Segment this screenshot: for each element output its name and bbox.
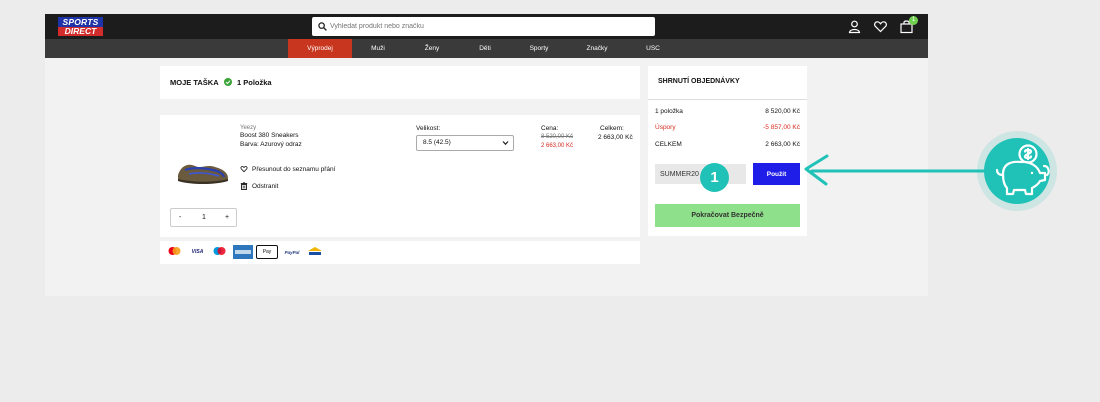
price-label: Cena: bbox=[541, 125, 559, 132]
cart-button[interactable]: 1 bbox=[899, 16, 918, 34]
summary-items-value: 8 520,00 Kč bbox=[765, 108, 800, 115]
header-actions: 1 bbox=[847, 16, 918, 34]
summary-title: SHRNUTÍ OBJEDNÁVKY bbox=[658, 78, 740, 85]
heart-icon bbox=[874, 21, 887, 33]
summary-savings-row: Úspory -5 857,00 Kč bbox=[655, 124, 800, 131]
wishlist-link-label: Přesunout do seznamu přání bbox=[252, 165, 336, 173]
search-icon bbox=[318, 22, 327, 31]
product-image[interactable] bbox=[175, 155, 230, 187]
heart-icon bbox=[240, 166, 248, 173]
nav-item-znacky[interactable]: Značky bbox=[581, 39, 613, 58]
logo-bottom-text: DIRECT bbox=[58, 27, 103, 36]
mastercard-icon bbox=[168, 247, 181, 255]
store-page: SPORTS DIRECT Vyhledat produkt nebo znač… bbox=[45, 14, 928, 296]
sports-direct-logo[interactable]: SPORTS DIRECT bbox=[58, 17, 103, 36]
qty-value: 1 bbox=[202, 214, 206, 221]
search-box[interactable] bbox=[312, 17, 655, 36]
apple-pay-icon: Pay bbox=[256, 245, 278, 259]
annotation-glow bbox=[977, 131, 1057, 211]
paypal-icon: PayPal bbox=[284, 249, 300, 255]
nav-item-vyprodej[interactable]: Výprodej bbox=[288, 39, 352, 58]
price-discounted: 2 663,00 Kč bbox=[541, 143, 574, 149]
product-brand: Yeezy bbox=[240, 125, 257, 131]
summary-divider bbox=[648, 99, 807, 100]
size-label: Velikost: bbox=[416, 125, 441, 132]
wishlist-button[interactable] bbox=[873, 19, 888, 34]
user-icon bbox=[848, 20, 861, 34]
bag-title: MOJE TAŠKA bbox=[170, 78, 219, 87]
nav-item-deti[interactable]: Děti bbox=[470, 39, 500, 58]
chevron-down-icon bbox=[502, 141, 509, 146]
piggy-eye bbox=[1030, 171, 1034, 175]
visa-icon: VISA bbox=[191, 249, 204, 255]
search-input[interactable] bbox=[330, 19, 650, 34]
payment-methods: VISA Pay PayPal bbox=[160, 241, 640, 264]
summary-total-value: 2 663,00 Kč bbox=[765, 141, 800, 148]
size-value: 8.5 (42.5) bbox=[423, 139, 451, 146]
order-summary: SHRNUTÍ OBJEDNÁVKY 1 položka 8 520,00 Kč… bbox=[648, 66, 807, 236]
account-button[interactable] bbox=[847, 19, 862, 34]
price-original: 8 520,00 Kč bbox=[541, 134, 574, 140]
top-bar: SPORTS DIRECT Vyhledat produkt nebo znač… bbox=[45, 14, 928, 39]
piggy-bank-icon bbox=[995, 144, 1050, 196]
continue-securely-button[interactable]: Pokračovat Bezpečně bbox=[655, 204, 800, 227]
annotation-badge bbox=[984, 138, 1050, 204]
summary-savings-label: Úspory bbox=[655, 124, 676, 131]
item-total-label: Celkem: bbox=[600, 125, 624, 132]
bag-item-count: 1 Položka bbox=[237, 78, 272, 87]
apple-pay-label: Pay bbox=[262, 249, 272, 255]
nav-item-zeny[interactable]: Ženy bbox=[417, 39, 447, 58]
summary-savings-value: -5 857,00 Kč bbox=[763, 124, 800, 131]
trash-icon bbox=[240, 182, 248, 190]
nav-item-sporty[interactable]: Sporty bbox=[523, 39, 555, 58]
nav-item-usc[interactable]: USC bbox=[639, 39, 667, 58]
bank-transfer-icon bbox=[308, 247, 322, 255]
category-nav: Výprodej Muži Ženy Děti Sporty Značky US… bbox=[45, 39, 928, 58]
product-name[interactable]: Boost 380 Sneakers bbox=[240, 132, 299, 139]
amex-icon bbox=[233, 245, 253, 259]
summary-items-label: 1 položka bbox=[655, 108, 683, 115]
summary-total-label: CELKEM bbox=[655, 141, 682, 148]
product-color: Barva: Azurový odraz bbox=[240, 141, 302, 148]
move-to-wishlist-link[interactable]: Přesunout do seznamu přání bbox=[240, 165, 335, 173]
nav-item-muzi[interactable]: Muži bbox=[363, 39, 393, 58]
cart-count-badge: 1 bbox=[909, 16, 918, 25]
size-select[interactable]: 8.5 (42.5) bbox=[416, 135, 514, 151]
remove-link-label: Odstranit bbox=[252, 182, 279, 190]
check-icon bbox=[224, 78, 232, 86]
bag-header: MOJE TAŠKA 1 Položka bbox=[160, 66, 640, 99]
remove-item-link[interactable]: Odstranit bbox=[240, 182, 278, 190]
quantity-stepper: - 1 + bbox=[170, 208, 237, 227]
bag-item: Yeezy Boost 380 Sneakers Barva: Azurový … bbox=[160, 115, 640, 237]
apply-promo-button[interactable]: Použít bbox=[753, 163, 800, 185]
summary-total-row: CELKEM 2 663,00 Kč bbox=[655, 141, 800, 148]
summary-items-row: 1 položka 8 520,00 Kč bbox=[655, 108, 800, 115]
qty-decrease-button[interactable]: - bbox=[179, 209, 181, 226]
qty-increase-button[interactable]: + bbox=[225, 209, 229, 226]
step-number-badge: 1 bbox=[700, 163, 729, 192]
item-total-value: 2 663,00 Kč bbox=[598, 134, 633, 141]
maestro-icon bbox=[213, 247, 226, 255]
